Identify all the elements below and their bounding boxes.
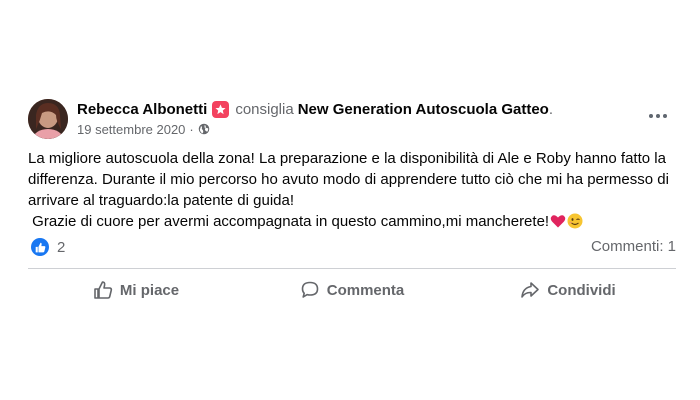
- action-bar: Mi piace Commenta Condividi: [28, 272, 676, 308]
- globe-icon[interactable]: [198, 123, 210, 135]
- comments-count[interactable]: Commenti: 1: [591, 238, 676, 256]
- more-options-icon[interactable]: [644, 104, 672, 128]
- thumbs-up-icon: [94, 281, 113, 299]
- thumbs-up-icon: [31, 238, 49, 256]
- date-separator: ·: [189, 121, 194, 137]
- comment-bubble-icon: [301, 281, 319, 298]
- post-date[interactable]: 19 settembre 2020: [77, 122, 185, 137]
- post-text-line-last: Grazie di cuore per avermi accompagnata …: [28, 211, 688, 232]
- page-suffix: .: [548, 100, 554, 118]
- avatar[interactable]: [28, 99, 68, 139]
- share-button[interactable]: Condividi: [460, 272, 676, 308]
- post-header: Rebecca Albonetti consiglia New Generati…: [77, 99, 553, 119]
- post-card: Rebecca Albonetti consiglia New Generati…: [0, 0, 700, 400]
- share-arrow-icon: [521, 282, 540, 298]
- comment-button[interactable]: Commenta: [244, 272, 460, 308]
- reactions-count[interactable]: 2: [57, 239, 65, 256]
- like-button[interactable]: Mi piace: [28, 272, 244, 308]
- post-text-line: arrivare al traguardo:la patente di guid…: [28, 192, 295, 209]
- post-text-line: Grazie di cuore per avermi accompagnata …: [28, 213, 550, 230]
- winking-face-emoji: [567, 213, 583, 229]
- post-text-line: differenza. Durante il mio percorso ho a…: [28, 171, 669, 188]
- share-button-label: Condividi: [547, 281, 616, 299]
- divider: [28, 268, 676, 269]
- page-link[interactable]: New Generation Autoscuola Gatteo: [298, 101, 549, 118]
- like-button-label: Mi piace: [119, 281, 180, 299]
- author-name[interactable]: Rebecca Albonetti: [77, 101, 207, 118]
- red-heart-emoji: [550, 215, 566, 228]
- recommends-verb: consiglia: [235, 100, 294, 118]
- post-body: La migliore autoscuola della zona! La pr…: [28, 148, 688, 232]
- comment-button-label: Commenta: [326, 281, 405, 299]
- post-meta: 19 settembre 2020 ·: [77, 121, 210, 137]
- star-badge-icon: [212, 100, 230, 118]
- reactions-summary[interactable]: 2: [31, 238, 65, 256]
- post-text-line: La migliore autoscuola della zona! La pr…: [28, 150, 666, 167]
